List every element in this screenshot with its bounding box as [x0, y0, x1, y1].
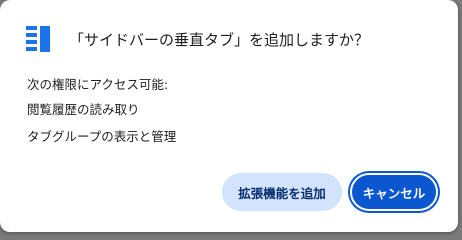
vertical-tabs-sidebar-icon: [26, 26, 50, 52]
permissions-list: 閲覧履歴の読み取り タブグループの表示と管理: [27, 102, 176, 156]
permission-item: 閲覧履歴の読み取り: [27, 102, 140, 117]
add-extension-button[interactable]: 拡張機能を追加: [222, 173, 342, 211]
permission-item: タブグループの表示と管理: [27, 129, 177, 144]
add-extension-dialog: 「サイドバーの垂直タブ」を追加しますか？ 次の権限にアクセス可能: 閲覧履歴の読…: [0, 0, 458, 232]
dialog-header: 「サイドバーの垂直タブ」を追加しますか？: [26, 26, 369, 52]
dialog-title: 「サイドバーの垂直タブ」を追加しますか？: [69, 30, 370, 49]
cancel-button[interactable]: キャンセル: [350, 173, 438, 211]
permissions-heading: 次の権限にアクセス可能:: [27, 77, 169, 92]
